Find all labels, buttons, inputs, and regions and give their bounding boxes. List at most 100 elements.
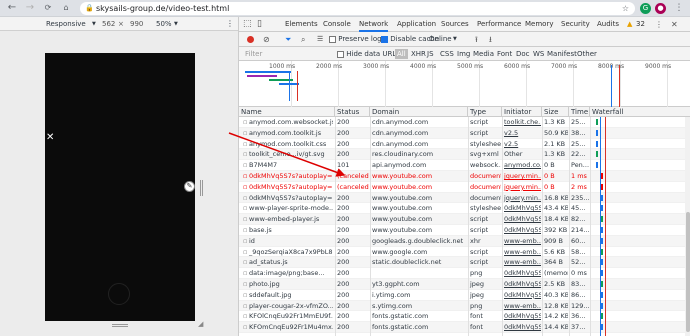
request-initiator[interactable]: 0dkMhVq5S... xyxy=(502,279,541,290)
extension-icon[interactable]: G xyxy=(640,3,651,14)
request-initiator[interactable]: 0dkMhVq5S... xyxy=(502,203,541,214)
filter-icon[interactable]: ⏷ xyxy=(285,32,291,47)
back-icon[interactable]: ← xyxy=(6,2,18,14)
column-status[interactable]: Status xyxy=(335,107,370,117)
request-initiator[interactable]: 0dkMhVq5S... xyxy=(502,225,541,236)
column-waterfall[interactable]: Waterfall xyxy=(590,107,690,117)
request-initiator[interactable]: www-emb... xyxy=(502,236,541,247)
filter-input[interactable]: Filter xyxy=(245,47,262,61)
filter-type-all[interactable]: All xyxy=(395,49,408,59)
table-row[interactable]: photo.jpg 200 yt3.ggpht.com jpeg 0dkMhVq5S..… xyxy=(239,279,690,290)
resize-corner-icon[interactable]: ◢ xyxy=(198,320,203,328)
filter-type-js[interactable]: JS xyxy=(427,47,434,61)
request-initiator[interactable]: 0dkMhVq5S... xyxy=(502,290,541,301)
scrollbar-thumb[interactable] xyxy=(686,212,690,332)
table-row[interactable]: base.js 200 www.youtube.com script 0dkMhVq5S… xyxy=(239,225,690,236)
table-row[interactable]: id 200 googleads.g.doubleclick.net xhr www-e… xyxy=(239,235,690,247)
tab-network[interactable]: Network xyxy=(359,17,389,32)
table-row[interactable]: sddefault.jpg 200 i.ytimg.com jpeg 0dkMhVq5S… xyxy=(239,290,690,301)
throttle-select[interactable]: Online xyxy=(429,32,452,47)
hide-data-urls-checkbox[interactable]: Hide data URLs xyxy=(337,47,400,61)
video-player[interactable] xyxy=(45,53,195,321)
table-row[interactable]: 0dkMhVq5S7s?autoplay=... (canceled) www.yo… xyxy=(239,171,690,182)
request-initiator[interactable]: jquery.min... xyxy=(502,171,541,182)
filter-type-ws[interactable]: WS xyxy=(533,47,544,61)
column-domain[interactable]: Domain xyxy=(370,107,468,117)
column-name[interactable]: Name xyxy=(239,107,335,117)
tab-application[interactable]: Application xyxy=(397,17,436,32)
request-initiator[interactable]: jquery.min... xyxy=(502,182,541,193)
tab-performance[interactable]: Performance xyxy=(477,17,521,32)
table-row[interactable]: player-cougar-2x-vfmZO... 200 s.ytimg.com p… xyxy=(239,300,690,312)
home-icon[interactable]: ⌂ xyxy=(60,2,72,14)
request-initiator[interactable]: toolkit.che... xyxy=(502,117,541,128)
filter-type-doc[interactable]: Doc xyxy=(516,47,530,61)
table-row[interactable]: 0dkMhVq5S7s?autoplay=... (canceled) www.yo… xyxy=(239,182,690,193)
tab-sources[interactable]: Sources xyxy=(441,17,469,32)
view-icon[interactable]: ☰ xyxy=(317,32,323,47)
table-row[interactable]: anymod.com.toolkit.css 200 cdn.anymod.com s… xyxy=(239,139,690,150)
table-row[interactable]: anymod.com.toolkit.js 200 cdn.anymod.com sc… xyxy=(239,127,690,139)
close-icon[interactable]: ✕ xyxy=(46,133,54,143)
table-row[interactable]: _9qozSerqiaX8ca7x9PbL8... 200 www.google.c… xyxy=(239,247,690,258)
inspect-icon[interactable]: ⬚ xyxy=(243,17,252,32)
export-icon[interactable]: ⭳ xyxy=(489,32,492,47)
column-time[interactable]: Time xyxy=(569,107,590,117)
play-icon[interactable] xyxy=(108,283,130,305)
request-initiator[interactable]: anymod.co... xyxy=(502,160,541,171)
device-mode-select[interactable]: Responsive xyxy=(46,17,86,31)
request-initiator[interactable]: jquery.min... xyxy=(502,193,541,204)
table-row[interactable]: www-player-sprite-mode... 200 www.youtube.… xyxy=(239,203,690,215)
table-row[interactable]: toolkit_cemo...iv/gt.svg 200 res.cloudinar… xyxy=(239,149,690,161)
tab-console[interactable]: Console xyxy=(323,17,351,32)
table-row[interactable]: KFOlCnqEu92Fr1MmEU9f... 200 fonts.gstatic.… xyxy=(239,311,690,323)
table-row[interactable]: www-embed-player.js 200 www.youtube.com scr… xyxy=(239,214,690,225)
width-input[interactable]: 562 xyxy=(102,17,115,31)
request-initiator[interactable]: 0dkMhVq5S... xyxy=(502,214,541,225)
table-row[interactable]: ad_status.js 200 static.doubleclick.net scr… xyxy=(239,257,690,269)
record-icon[interactable] xyxy=(247,36,254,43)
table-row[interactable]: KFOmCnqEu92Fr1Mu4mx... 200 fonts.gstatic.c… xyxy=(239,322,690,333)
timeline-overview[interactable]: 1000 ms 2000 ms 3000 ms 4000 ms 5000 ms … xyxy=(239,61,690,107)
avatar[interactable]: ● xyxy=(655,3,666,14)
request-initiator[interactable]: www-emb... xyxy=(502,247,541,258)
tab-memory[interactable]: Memory xyxy=(525,17,553,32)
more-icon[interactable]: ⋮ xyxy=(226,17,234,31)
request-initiator[interactable]: 0dkMhVq5S... xyxy=(502,322,541,333)
column-type[interactable]: Type xyxy=(468,107,502,117)
zoom-select[interactable]: 50% xyxy=(156,17,172,31)
warning-icon[interactable]: ▲ xyxy=(627,17,632,32)
import-icon[interactable]: ⭱ xyxy=(475,32,478,47)
tab-elements[interactable]: Elements xyxy=(285,17,318,32)
table-row[interactable]: anymod.com.websocket.js 200 cdn.anymod.com… xyxy=(239,117,690,128)
height-input[interactable]: 990 xyxy=(130,17,143,31)
tab-audits[interactable]: Audits xyxy=(597,17,619,32)
filter-type-img[interactable]: Img xyxy=(457,47,470,61)
request-initiator[interactable]: www-emb... xyxy=(502,257,541,268)
filter-type-manifest[interactable]: Manifest xyxy=(547,47,577,61)
resize-handle-bottom[interactable] xyxy=(112,324,128,327)
filter-type-font[interactable]: Font xyxy=(497,47,512,61)
request-initiator[interactable]: Other xyxy=(502,149,541,160)
table-row[interactable]: data:image/png;base... 200 png 0dkMhVq5S...… xyxy=(239,268,690,279)
device-toggle-icon[interactable]: ▯ xyxy=(257,17,262,32)
column-initiator[interactable]: Initiator xyxy=(502,107,542,117)
request-initiator[interactable]: 0dkMhVq5S... xyxy=(502,311,541,322)
tab-security[interactable]: Security xyxy=(561,17,590,32)
reload-icon[interactable]: ⟳ xyxy=(42,2,54,14)
request-initiator[interactable]: 0dkMhVq5S... xyxy=(502,268,541,279)
close-devtools-icon[interactable]: ✕ xyxy=(671,17,678,32)
column-size[interactable]: Size xyxy=(542,107,569,117)
settings-icon[interactable]: ⋮ xyxy=(655,17,663,32)
filter-type-xhr[interactable]: XHR xyxy=(411,47,426,61)
table-row[interactable]: 0dkMhVq5S7s?autoplay=... 200 www.youtube.c… xyxy=(239,192,690,204)
address-bar[interactable]: 🔒 skysails-group.de/video-test.html ☆ xyxy=(80,2,635,15)
filter-type-media[interactable]: Media xyxy=(473,47,494,61)
clear-icon[interactable]: ⊘ xyxy=(263,32,270,47)
filter-type-css[interactable]: CSS xyxy=(440,47,454,61)
pencil-icon[interactable]: ✎ xyxy=(184,181,195,192)
star-icon[interactable]: ☆ xyxy=(622,2,629,15)
filter-type-other[interactable]: Other xyxy=(577,47,597,61)
resize-handle-right[interactable] xyxy=(200,180,203,196)
request-initiator[interactable]: v2.5 xyxy=(502,128,541,139)
